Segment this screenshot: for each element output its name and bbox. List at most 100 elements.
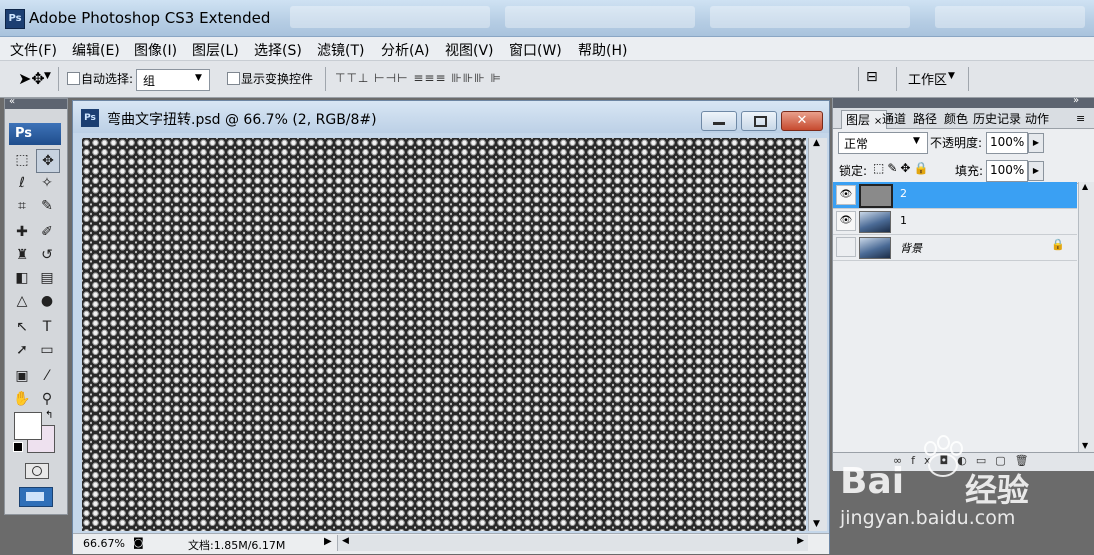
menu-file[interactable]: 文件(F) (10, 40, 57, 60)
menu-help[interactable]: 帮助(H) (578, 40, 627, 60)
eyedropper-icon[interactable]: ⁄ (36, 365, 58, 387)
direct-selection-icon[interactable]: ➚ (11, 339, 33, 361)
document-titlebar[interactable]: Ps 弯曲文字扭转.psd @ 66.7% (2, RGB/8#) ✕ (73, 101, 829, 133)
eye-icon[interactable]: 👁 (836, 185, 856, 205)
tab-color[interactable]: 颜色 (944, 110, 968, 128)
default-colors-icon[interactable] (13, 442, 23, 452)
layer-name[interactable]: 背景 (900, 240, 922, 256)
dodge-tool-icon[interactable]: ● (36, 290, 58, 312)
menu-select[interactable]: 选择(S) (254, 40, 302, 60)
panel-header[interactable]: » (833, 95, 1094, 108)
type-tool-icon[interactable]: T (36, 316, 58, 338)
minimize-button[interactable] (701, 111, 737, 131)
zoom-level[interactable]: 66.67% (83, 537, 125, 550)
marquee-tool-icon[interactable]: ⬚ (11, 149, 33, 171)
separator (325, 67, 326, 91)
menu-layer[interactable]: 图层(L) (192, 40, 239, 60)
menu-filter[interactable]: 滤镜(T) (317, 40, 364, 60)
layers-panel: » 图层 × 通道 路径 颜色 历史记录 动作 ≡ 正常 ▼ 不透明度: 100… (832, 95, 1094, 471)
scroll-left-icon[interactable]: ◀ (342, 536, 349, 546)
status-icon[interactable]: ◙ (133, 536, 144, 549)
taskbar-tab[interactable] (710, 6, 910, 28)
scroll-down-icon[interactable]: ▼ (813, 519, 820, 529)
move-tool-icon[interactable]: ➤✥ (18, 69, 45, 88)
opacity-input[interactable]: 100% (986, 132, 1028, 154)
notes-tool-icon[interactable]: ▣ (11, 365, 33, 387)
scroll-up-icon[interactable]: ▲ (813, 138, 820, 148)
chevron-down-icon[interactable]: ▼ (948, 71, 955, 81)
close-tab-icon[interactable]: × (874, 116, 882, 127)
auto-select-dropdown[interactable]: 组 ▼ (136, 69, 210, 91)
lock-icons[interactable]: ⬚✎✥🔒 (873, 161, 931, 175)
show-transform-label: 显示变换控件 (241, 72, 314, 86)
foreground-color-swatch[interactable] (14, 412, 42, 440)
move-tool-icon[interactable]: ✥ (36, 149, 60, 173)
swap-colors-icon[interactable]: ↰ (45, 410, 53, 421)
healing-brush-icon[interactable]: ✚ (11, 221, 33, 243)
layer-name[interactable]: 1 (900, 214, 907, 227)
status-menu-arrow-icon[interactable]: ▶ (324, 536, 332, 547)
image-canvas[interactable] (82, 138, 806, 531)
layer-name[interactable]: 2 (900, 187, 907, 200)
taskbar-tab[interactable] (505, 6, 695, 28)
taskbar-tab[interactable] (935, 6, 1085, 28)
menu-window[interactable]: 窗口(W) (509, 40, 562, 60)
menu-view[interactable]: 视图(V) (445, 40, 494, 60)
show-transform-checkbox[interactable] (227, 72, 240, 85)
eye-icon[interactable]: 👁 (836, 211, 856, 231)
rectangle-tool-icon[interactable]: ▭ (36, 339, 58, 361)
horizontal-scrollbar[interactable]: ◀ ▶ (337, 535, 808, 551)
tab-actions[interactable]: 动作 (1025, 110, 1049, 128)
taskbar-tab[interactable] (290, 6, 490, 28)
crop-tool-icon[interactable]: ⌗ (11, 195, 33, 217)
workspace-button[interactable]: 工作区 (908, 69, 947, 88)
gradient-tool-icon[interactable]: ▤ (36, 267, 58, 289)
toolbox-header[interactable]: « (5, 96, 67, 109)
menu-analysis[interactable]: 分析(A) (381, 40, 430, 60)
tab-history[interactable]: 历史记录 (973, 110, 1021, 128)
magic-wand-icon[interactable]: ✧ (36, 172, 58, 194)
tab-layers[interactable]: 图层 × (841, 110, 888, 129)
options-bar: ➤✥ ▼ 自动选择: 组 ▼ 显示变换控件 ⊤⊤⊥ ⊢⊣⊢ ≡≡≡ ⊪⊪⊪ ⊫ … (0, 61, 1094, 98)
bridge-icon[interactable]: ⊟ (866, 69, 878, 85)
zoom-tool-icon[interactable]: ⚲ (36, 388, 58, 410)
slice-tool-icon[interactable]: ✎ (36, 195, 58, 217)
auto-select-checkbox[interactable] (67, 72, 80, 85)
blur-tool-icon[interactable]: △ (11, 290, 33, 312)
eye-icon[interactable] (836, 237, 856, 257)
menu-edit[interactable]: 编辑(E) (72, 40, 120, 60)
align-icons[interactable]: ⊤⊤⊥ ⊢⊣⊢ ≡≡≡ ⊪⊪⊪ ⊫ (335, 71, 502, 85)
menu-image[interactable]: 图像(I) (134, 40, 177, 60)
fill-input[interactable]: 100% (986, 160, 1028, 182)
restore-button[interactable] (741, 111, 777, 131)
scroll-down-icon[interactable]: ▼ (1082, 441, 1088, 450)
scroll-right-icon[interactable]: ▶ (797, 536, 804, 546)
history-brush-icon[interactable]: ↺ (36, 244, 58, 266)
screen-mode-icon[interactable] (19, 487, 53, 507)
eraser-tool-icon[interactable]: ◧ (11, 267, 33, 289)
layer-row-2[interactable]: 👁 2 (833, 182, 1077, 209)
opacity-slider-arrow-icon[interactable]: ▶ (1028, 133, 1044, 153)
lock-icon: 🔒 (1051, 238, 1065, 251)
layer-row-1[interactable]: 👁 1 (833, 208, 1077, 235)
tab-channels[interactable]: 通道 (882, 110, 906, 128)
scroll-up-icon[interactable]: ▲ (1082, 182, 1088, 191)
layer-row-background[interactable]: 背景 🔒 (833, 234, 1077, 261)
layers-scrollbar[interactable]: ▲ ▼ (1078, 182, 1094, 452)
window-title: Adobe Photoshop CS3 Extended (29, 9, 271, 27)
blend-mode-dropdown[interactable]: 正常 ▼ (838, 132, 928, 154)
clone-stamp-icon[interactable]: ♜ (11, 244, 33, 266)
brush-tool-icon[interactable]: ✐ (36, 221, 58, 243)
lasso-tool-icon[interactable]: ℓ (11, 172, 33, 194)
path-selection-icon[interactable]: ↖ (11, 316, 33, 338)
chevron-down-icon[interactable]: ▼ (44, 71, 51, 81)
vertical-scrollbar[interactable]: ▲ ▼ (808, 138, 827, 531)
hand-tool-icon[interactable]: ✋ (11, 388, 33, 410)
panel-menu-icon[interactable]: ≡ (1076, 112, 1085, 125)
tab-paths[interactable]: 路径 (913, 110, 937, 128)
fill-slider-arrow-icon[interactable]: ▶ (1028, 161, 1044, 181)
quick-mask-icon[interactable] (25, 463, 49, 479)
close-button[interactable]: ✕ (781, 111, 823, 131)
collapse-icon[interactable]: « (9, 96, 15, 107)
collapse-icon[interactable]: » (1073, 95, 1079, 106)
